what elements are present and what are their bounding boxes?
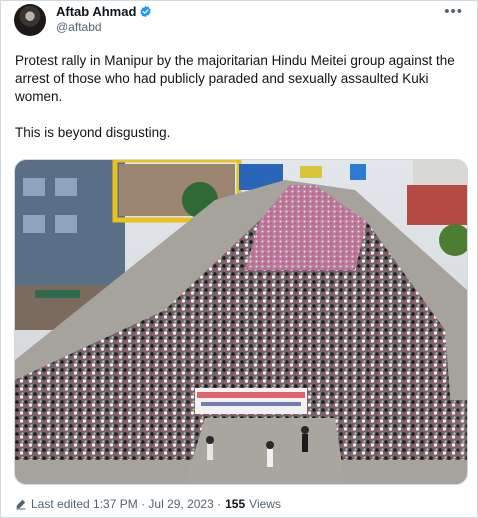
protest-rally-photo [15, 160, 467, 484]
author-name-row[interactable]: Aftab Ahmad [56, 4, 152, 19]
tweet-footer: Last edited 1:37 PM · Jul 29, 2023 · 155… [15, 497, 281, 511]
author-avatar[interactable] [14, 4, 46, 36]
author-handle[interactable]: @aftabd [56, 20, 102, 34]
verified-badge-icon [140, 5, 151, 18]
tweet-photo[interactable] [14, 159, 468, 485]
views-label: Views [249, 497, 281, 511]
edit-pencil-icon [16, 499, 26, 510]
more-horizontal-icon[interactable]: ••• [444, 3, 463, 20]
author-name[interactable]: Aftab Ahmad [56, 4, 136, 19]
edited-timestamp[interactable]: Last edited 1:37 PM · Jul 29, 2023 · [31, 497, 221, 511]
views-count: 155 [225, 497, 246, 511]
tweet-card: Aftab Ahmad @aftabd ••• Protest rally in… [0, 0, 478, 518]
tweet-text: Protest rally in Manipur by the majorita… [15, 53, 455, 140]
